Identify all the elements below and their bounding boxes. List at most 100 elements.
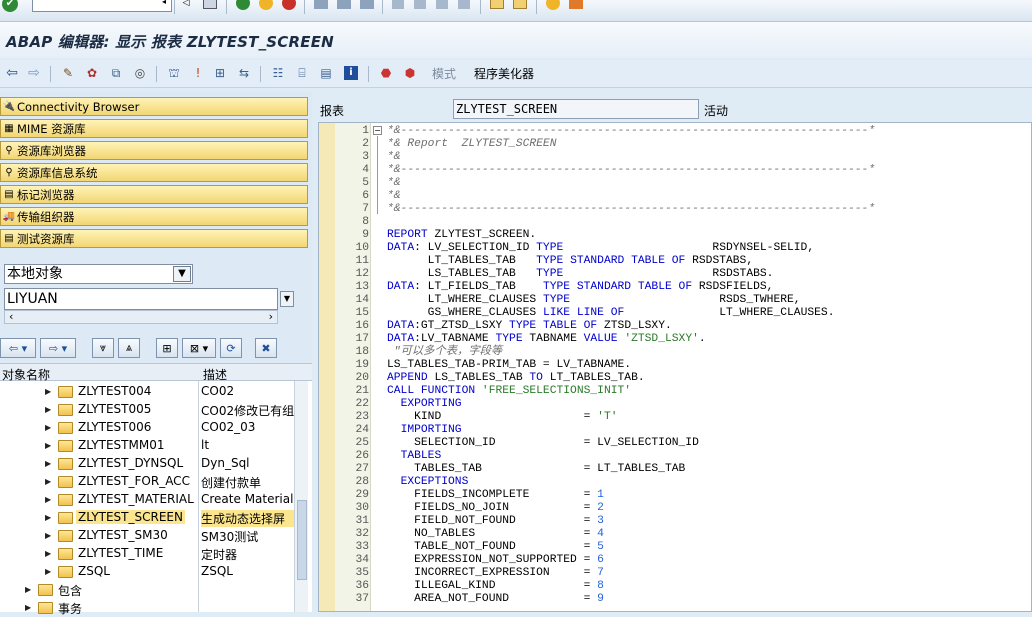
refresh-button[interactable]: ⟳ <box>220 338 242 358</box>
tree-row[interactable]: ▶ ZLYTEST004 CO02 <box>0 383 312 401</box>
next-page-icon[interactable] <box>436 0 448 9</box>
code-line[interactable]: TABLE_NOT_FOUND = 5 <box>387 541 604 554</box>
scroll-right-icon[interactable]: › <box>269 310 273 323</box>
set-breakpoint-icon[interactable]: ⬣ <box>378 66 394 80</box>
code-line[interactable]: *& <box>387 177 401 190</box>
tag-browser-button[interactable]: ▤ 标记浏览器 <box>0 185 308 204</box>
pattern-button[interactable]: 模式 <box>430 67 458 81</box>
code-editor[interactable]: − 1 2 3 4 5 6 7 8 9 10 11 12 13 14 15 16 17 18 19 20 21 22 23 2… <box>318 122 1032 612</box>
code-line[interactable]: INCORRECT_EXPRESSION = 7 <box>387 567 604 580</box>
code-line[interactable]: *&--------------------------------------… <box>387 164 875 177</box>
transport-organizer-button[interactable]: 🚚 传输组织器 <box>0 207 308 226</box>
tree-row[interactable]: ▶ ZSQL ZSQL <box>0 563 312 581</box>
tree-package-row[interactable]: ▶ 事务 <box>0 599 312 617</box>
code-line[interactable]: APPEND LS_TABLES_TAB TO LT_TABLES_TAB. <box>387 372 645 385</box>
save-icon[interactable] <box>203 0 217 9</box>
tree-package-row[interactable]: ▶ 包含 <box>0 581 312 599</box>
exit-yellow-icon[interactable] <box>259 0 273 10</box>
code-line[interactable]: DATA:GT_ZTSD_LSXY TYPE TABLE OF ZTSD_LSX… <box>387 320 672 333</box>
code-line[interactable]: KIND = 'T' <box>387 411 617 424</box>
code-line[interactable]: *& <box>387 190 401 203</box>
command-field[interactable] <box>32 0 172 12</box>
previous-page-icon[interactable] <box>414 0 426 9</box>
user-input-dropdown[interactable]: ▼ <box>280 291 294 307</box>
pretty-printer-button[interactable]: 程序美化器 <box>472 67 536 81</box>
tree-row[interactable]: ▶ ZLYTEST_SM30 SM30测试 <box>0 527 312 545</box>
tree-row-selected[interactable]: ▶ ZLYTEST_SCREEN 生成动态选择屏 <box>0 509 312 527</box>
expand-arrow-icon[interactable]: ▶ <box>45 459 51 468</box>
forward-arrow-icon[interactable]: ⇨ <box>26 66 42 80</box>
repository-browser-button[interactable]: ⚲ 资源库浏览器 <box>0 141 308 160</box>
user-input[interactable]: LIYUAN <box>4 288 278 310</box>
code-line[interactable]: LS_TABLES_TAB-PRIM_TAB = LV_TABNAME. <box>387 359 631 372</box>
expand-arrow-icon[interactable]: ▶ <box>45 387 51 396</box>
expand-arrow-icon[interactable]: ▶ <box>45 495 51 504</box>
code-line[interactable]: SELECTION_ID = LV_SELECTION_ID <box>387 437 699 450</box>
back-arrow-icon[interactable]: ⇦ <box>4 66 20 80</box>
expand-arrow-icon[interactable]: ▶ <box>25 603 31 612</box>
mime-repository-button[interactable]: ▦ MIME 资源库 <box>0 119 308 138</box>
code-line[interactable]: LS_TABLES_TAB TYPE RSDSTABS. <box>387 268 774 281</box>
enter-icon[interactable]: ✔ <box>2 0 18 12</box>
code-line[interactable]: "可以多个表，字段等 <box>387 346 502 359</box>
expand-arrow-icon[interactable]: ▶ <box>45 531 51 540</box>
expand-arrow-icon[interactable]: ▶ <box>45 477 51 486</box>
other-object-icon[interactable]: ⧉ <box>108 66 124 80</box>
code-line[interactable]: DATA: LT_FIELDS_TAB TYPE STANDARD TABLE … <box>387 281 773 294</box>
code-line[interactable]: DATA: LV_SELECTION_ID TYPE RSDYNSEL-SELI… <box>387 242 814 255</box>
code-line[interactable]: TABLES <box>387 450 442 463</box>
tree-back-button[interactable]: ⇦ ▾ <box>0 338 36 358</box>
expand-arrow-icon[interactable]: ▶ <box>45 567 51 576</box>
code-line[interactable]: REPORT ZLYTEST_SCREEN. <box>387 229 536 242</box>
command-dropdown-icon[interactable]: ◂ <box>158 0 170 8</box>
hierarchy-icon[interactable]: ⌸ <box>294 66 310 80</box>
code-line[interactable]: FIELDS_INCOMPLETE = 1 <box>387 489 604 502</box>
code-line[interactable]: AREA_NOT_FOUND = 9 <box>387 593 604 606</box>
breakpoint-margin[interactable] <box>319 123 335 611</box>
tree-row[interactable]: ▶ ZLYTEST005 CO02修改已有组 <box>0 401 312 419</box>
tree-row[interactable]: ▶ ZLYTEST_MATERIAL Create Material r <box>0 491 312 509</box>
expand-arrow-icon[interactable]: ▶ <box>45 513 51 522</box>
code-line[interactable]: CALL FUNCTION 'FREE_SELECTIONS_INIT' <box>387 385 631 398</box>
code-line[interactable]: NO_TABLES = 4 <box>387 528 604 541</box>
navigation-window-icon[interactable]: ⇆ <box>236 66 252 80</box>
code-line[interactable]: EXPORTING <box>387 398 462 411</box>
code-line[interactable]: *&--------------------------------------… <box>387 203 875 216</box>
test-repository-button[interactable]: ▤ 测试资源库 <box>0 229 308 248</box>
help-icon[interactable] <box>546 0 560 10</box>
tree-vertical-scrollbar[interactable] <box>294 381 308 612</box>
collapse-all-button[interactable]: ⩓ <box>118 338 140 358</box>
object-list-icon[interactable]: ☷ <box>270 66 286 80</box>
code-line[interactable]: *& <box>387 151 401 164</box>
shortcut-icon[interactable] <box>513 0 527 9</box>
tree-row[interactable]: ▶ ZLYTESTMM01 lt <box>0 437 312 455</box>
horizontal-scrollbar[interactable]: ‹ › <box>4 310 278 324</box>
print-icon[interactable] <box>314 0 328 9</box>
code-line[interactable]: GS_WHERE_CLAUSES LIKE LINE OF LT_WHERE_C… <box>387 307 835 320</box>
active-inactive-icon[interactable]: ✿ <box>84 66 100 80</box>
check-icon[interactable]: ◎ <box>132 66 148 80</box>
scroll-thumb[interactable] <box>297 500 307 580</box>
code-line[interactable]: ILLEGAL_KIND = 8 <box>387 580 604 593</box>
first-page-icon[interactable] <box>392 0 404 9</box>
code-line[interactable]: DATA:LV_TABNAME TYPE TABNAME VALUE 'ZTSD… <box>387 333 706 346</box>
object-type-select[interactable]: 本地对象 ▼ <box>4 264 193 284</box>
code-line[interactable]: EXPRESSION_NOT_SUPPORTED = 6 <box>387 554 604 567</box>
close-tree-button[interactable]: ✖ <box>255 338 277 358</box>
cancel-red-icon[interactable] <box>282 0 296 10</box>
code-line[interactable]: *&--------------------------------------… <box>387 125 875 138</box>
find-icon[interactable] <box>337 0 351 9</box>
hierarchy-button[interactable]: ⊞ <box>156 338 178 358</box>
expand-arrow-icon[interactable]: ▶ <box>25 585 31 594</box>
code-line[interactable]: FIELDS_NO_JOIN = 2 <box>387 502 604 515</box>
expand-arrow-icon[interactable]: ▶ <box>45 441 51 450</box>
last-page-icon[interactable] <box>458 0 470 9</box>
layout-menu-icon[interactable] <box>569 0 583 9</box>
display-options-button[interactable]: ⊠ ▾ <box>182 338 216 358</box>
tree-row[interactable]: ▶ ZLYTEST006 CO02_03 <box>0 419 312 437</box>
tree-row[interactable]: ▶ ZLYTEST_TIME 定时器 <box>0 545 312 563</box>
test-icon[interactable]: ! <box>190 66 206 80</box>
display-change-icon[interactable]: ✎ <box>60 66 76 80</box>
report-name-field[interactable]: ZLYTEST_SCREEN <box>453 99 699 119</box>
tree-row[interactable]: ▶ ZLYTEST_FOR_ACC 创建付款单 <box>0 473 312 491</box>
